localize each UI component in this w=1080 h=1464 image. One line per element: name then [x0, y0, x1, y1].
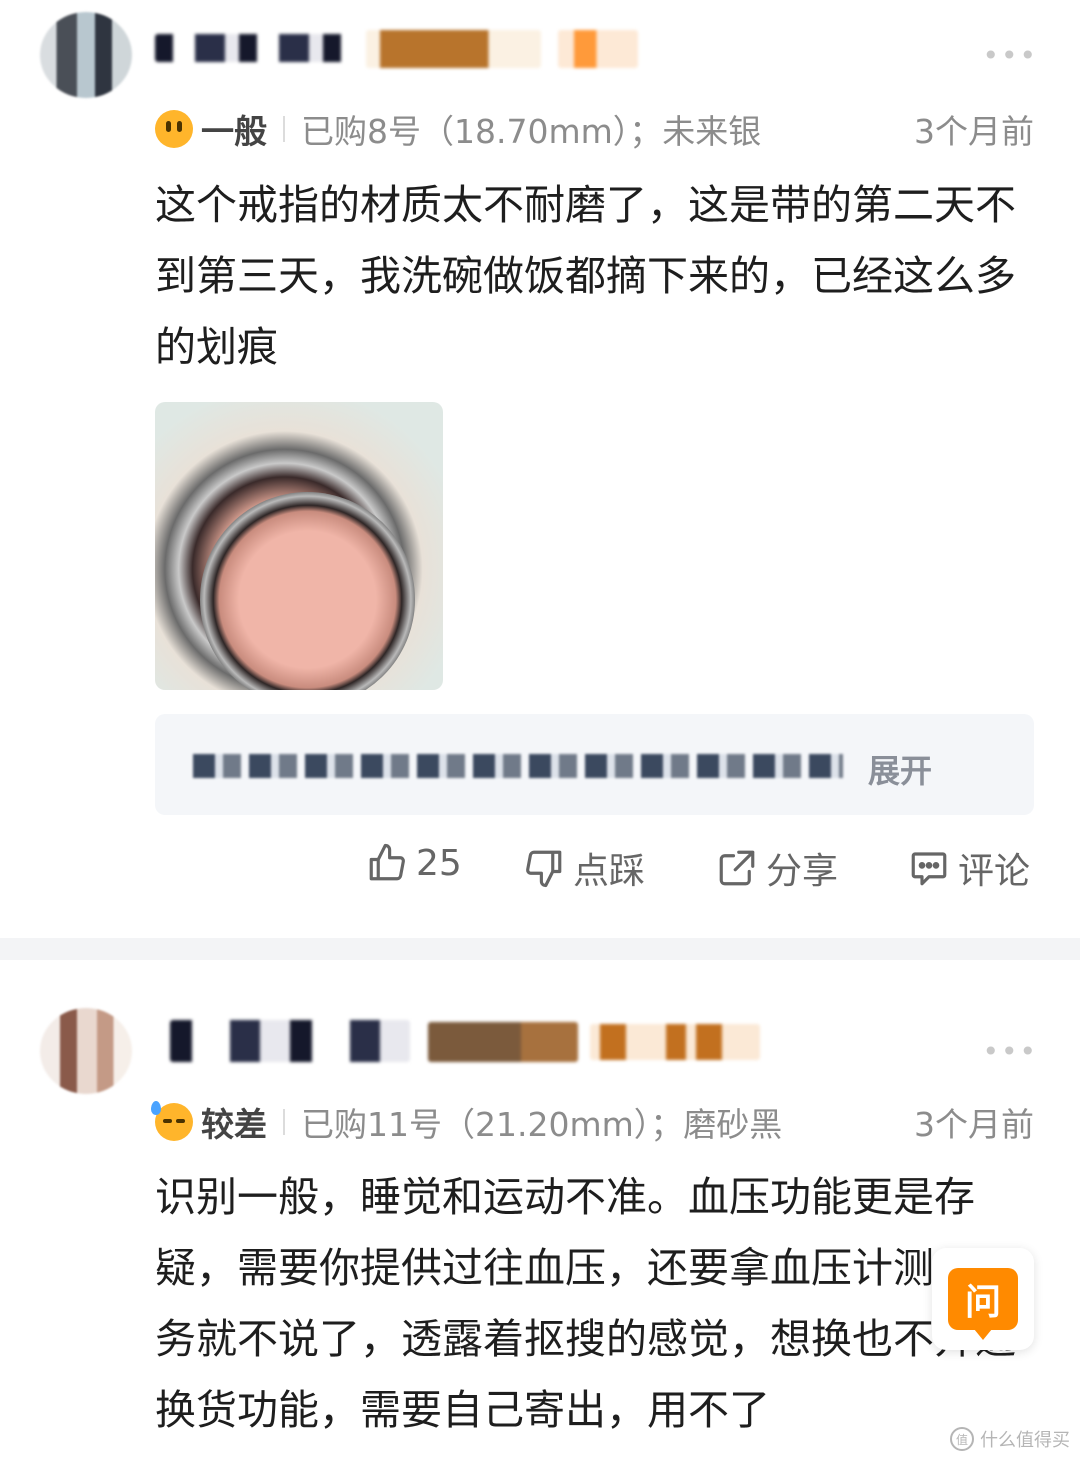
review-divider — [0, 938, 1080, 960]
review-content: 识别一般，睡觉和运动不准。血压功能更是存疑，需要你提供过往血压，还要拿血压计测，… — [155, 1173, 1016, 1434]
dislike-button[interactable]: 点踩 — [523, 842, 645, 894]
like-button[interactable]: 25 — [366, 842, 462, 884]
review-photo[interactable] — [155, 402, 443, 690]
username-blurred[interactable] — [155, 34, 345, 62]
review-card: ••• 较差 已购11号（21.20mm）；磨砂黑 3个月前 识别一般，睡觉和运… — [0, 960, 1080, 1464]
purchase-spec: 已购8号（18.70mm）；未来银 — [301, 112, 762, 151]
watermark-text: 什么值得买 — [980, 1430, 1070, 1451]
vip-badge-blurred — [428, 1022, 578, 1062]
avatar[interactable] — [40, 12, 132, 98]
watermark-logo-icon: 值 — [950, 1427, 974, 1451]
share-icon — [719, 850, 755, 886]
review-card: ••• 一般 已购8号（18.70mm）；未来银 3个月前 这个戒指的材质太不耐… — [0, 0, 1080, 940]
user-level-blurred — [590, 1024, 760, 1060]
comment-button[interactable]: 评论 — [908, 842, 1030, 894]
reply-preview[interactable]: 展开 — [155, 714, 1034, 815]
share-button[interactable]: 分享 — [716, 842, 838, 894]
more-options-icon[interactable]: ••• — [982, 42, 1038, 70]
ring-shape — [200, 492, 415, 690]
rating-label: 一般 — [201, 112, 267, 151]
meta-divider — [283, 116, 285, 142]
comment-icon — [911, 852, 947, 886]
ask-button[interactable]: 问 — [932, 1248, 1034, 1350]
meta-divider — [283, 1109, 285, 1135]
review-time: 3个月前 — [914, 1105, 1034, 1144]
neutral-face-icon — [155, 110, 193, 148]
share-label: 分享 — [766, 851, 839, 892]
review-content: 这个戒指的材质太不耐磨了，这是带的第二天不到第三天，我洗碗做饭都摘下来的，已经这… — [155, 181, 1016, 371]
sad-sweat-face-icon — [151, 1101, 193, 1141]
ask-icon: 问 — [948, 1268, 1018, 1340]
review-meta: 较差 已购11号（21.20mm）；磨砂黑 3个月前 — [151, 1100, 1034, 1144]
rating-label: 较差 — [201, 1105, 267, 1144]
watermark: 值 什么值得买 — [950, 1426, 1070, 1452]
like-count: 25 — [416, 842, 462, 884]
review-time: 3个月前 — [914, 112, 1034, 151]
dislike-label: 点踩 — [573, 851, 646, 892]
user-badge-blurred — [366, 30, 541, 68]
thumbs-down-icon — [526, 850, 562, 888]
sweat-drop — [151, 1101, 161, 1115]
expand-link[interactable]: 展开 — [868, 746, 932, 792]
comment-label: 评论 — [958, 851, 1031, 892]
reply-text-blurred — [193, 754, 843, 778]
review-meta: 一般 已购8号（18.70mm）；未来银 3个月前 — [155, 107, 1034, 151]
action-bar: 25 点踩 分享 评论 — [0, 842, 1080, 902]
thumbs-up-icon — [369, 843, 405, 881]
purchase-spec: 已购11号（21.20mm）；磨砂黑 — [301, 1105, 783, 1144]
user-level-blurred — [558, 30, 638, 68]
avatar[interactable] — [40, 1008, 132, 1094]
username-blurred[interactable] — [170, 1020, 410, 1062]
more-options-icon[interactable]: ••• — [982, 1038, 1038, 1066]
